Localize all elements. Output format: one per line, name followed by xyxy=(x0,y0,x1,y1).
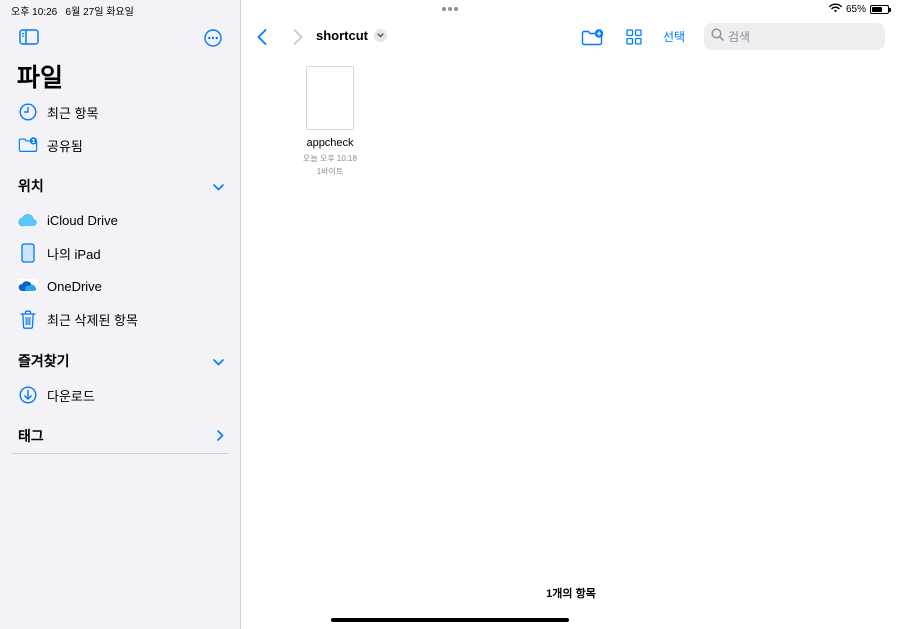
chevron-right-icon xyxy=(217,428,224,444)
download-icon xyxy=(18,385,38,405)
sidebar-item-label: 최근 항목 xyxy=(47,105,99,121)
shared-folder-icon xyxy=(18,135,38,155)
sidebar-item-recently-deleted[interactable]: 최근 삭제된 항목 xyxy=(18,307,138,331)
item-count: 1개의 항목 xyxy=(546,588,596,600)
status-time: 오후 10:26 6월 27일 화요일 xyxy=(11,3,134,18)
status-indicators: 65% xyxy=(829,3,891,16)
folder-title: shortcut xyxy=(316,28,368,43)
file-size: 1바이트 xyxy=(316,167,344,176)
clock-icon xyxy=(18,102,38,122)
ipad-icon xyxy=(18,243,38,263)
trash-icon xyxy=(18,309,38,329)
search-icon xyxy=(711,27,724,46)
sidebar-item-label: 최근 삭제된 항목 xyxy=(47,312,138,328)
item-count-bar: 1개의 항목 xyxy=(0,585,900,601)
grid-view-icon[interactable] xyxy=(625,28,643,46)
sidebar-item-downloads[interactable]: 다운로드 xyxy=(18,383,95,407)
file-date: 오늘 오후 10:18 xyxy=(303,154,357,163)
chevron-down-icon xyxy=(213,178,224,194)
new-folder-button[interactable] xyxy=(580,27,604,47)
sidebar-toggle-icon[interactable] xyxy=(18,28,40,46)
multitasking-dots-icon[interactable] xyxy=(442,7,458,11)
sidebar-item-label: 공유됨 xyxy=(47,138,83,154)
sidebar-item-recents[interactable]: 최근 항목 xyxy=(18,100,98,124)
icloud-icon xyxy=(18,210,38,230)
forward-button[interactable] xyxy=(290,27,306,47)
battery-percent: 65% xyxy=(845,4,866,15)
section-header: 위치 xyxy=(18,178,44,194)
wifi-icon xyxy=(829,3,842,16)
search-input[interactable] xyxy=(728,29,878,44)
sidebar-item-label: iCloud Drive xyxy=(47,212,118,228)
more-options-icon[interactable] xyxy=(203,28,223,48)
chevron-down-icon xyxy=(213,353,224,369)
file-name: appcheck xyxy=(306,137,354,149)
onedrive-icon xyxy=(18,276,38,296)
section-header: 태그 xyxy=(18,428,44,444)
sidebar-item-label: 나의 iPad xyxy=(47,246,101,262)
search-bar[interactable] xyxy=(704,23,885,50)
sidebar-item-onedrive[interactable]: OneDrive xyxy=(18,274,102,298)
home-indicator[interactable] xyxy=(331,618,569,622)
time-text: 오후 10:26 xyxy=(11,7,58,18)
section-locations[interactable]: 위치 xyxy=(18,175,224,197)
date-text: 6월 27일 화요일 xyxy=(65,7,134,18)
file-item[interactable]: appcheck 오늘 오후 10:18 1바이트 xyxy=(290,66,370,178)
section-header: 즐겨찾기 xyxy=(18,353,70,369)
sidebar-item-icloud[interactable]: iCloud Drive xyxy=(18,208,118,232)
section-favorites[interactable]: 즐겨찾기 xyxy=(18,350,224,372)
sidebar-item-shared[interactable]: 공유됨 xyxy=(18,133,83,157)
file-thumbnail[interactable] xyxy=(306,66,354,130)
chevron-down-icon xyxy=(374,29,387,42)
sidebar-item-label: 다운로드 xyxy=(47,388,95,404)
back-button[interactable] xyxy=(254,27,270,47)
sidebar-item-ipad[interactable]: 나의 iPad xyxy=(18,241,101,265)
section-tags[interactable]: 태그 xyxy=(18,425,224,447)
sidebar-divider xyxy=(12,453,229,454)
folder-title-menu[interactable]: shortcut xyxy=(316,28,387,43)
sidebar-item-label: OneDrive xyxy=(47,278,102,294)
select-button[interactable]: 선택 xyxy=(663,28,685,45)
battery-icon xyxy=(870,5,891,14)
page-title: 파일 xyxy=(17,64,64,92)
sidebar: 오후 10:26 6월 27일 화요일 파일 최근 항목 공유됨 위치 iClo… xyxy=(0,0,241,629)
